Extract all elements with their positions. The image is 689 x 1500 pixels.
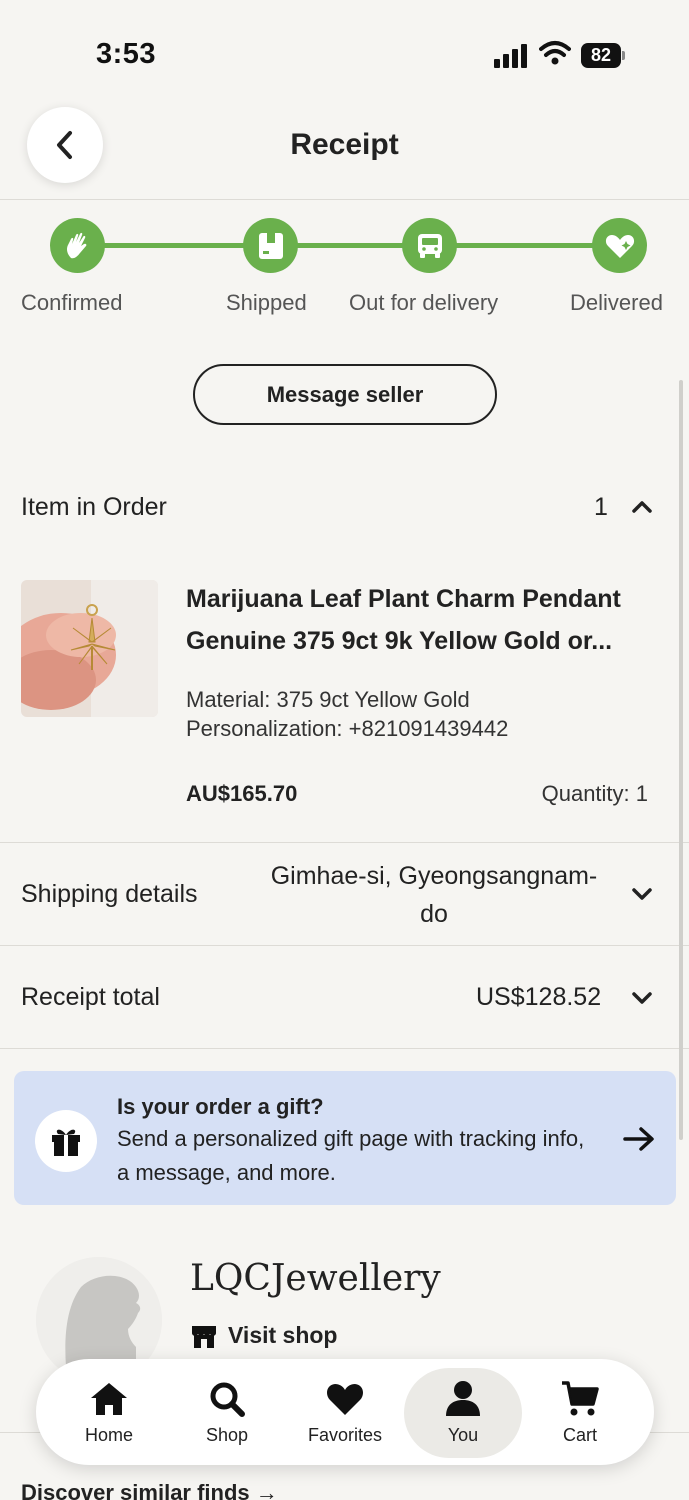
storefront-icon: [192, 1325, 216, 1348]
scrollbar[interactable]: [679, 380, 683, 1140]
tab-label: Shop: [205, 1425, 249, 1445]
truck-icon: [402, 218, 457, 273]
item-title[interactable]: Marijuana Leaf Plant Charm Pendant Genui…: [186, 578, 656, 662]
visit-shop-link[interactable]: Visit shop: [190, 1322, 338, 1349]
receipt-total-label: Receipt total: [21, 983, 160, 1011]
step-label-delivered: Delivered: [570, 290, 663, 315]
arrow-right-icon[interactable]: [622, 1126, 656, 1152]
tracker-line: [456, 243, 596, 248]
battery-icon: 82: [581, 43, 625, 68]
person-icon: [446, 1381, 480, 1416]
tab-cart[interactable]: Cart: [521, 1368, 639, 1458]
tab-label: Favorites: [307, 1425, 383, 1445]
step-label-out-for-delivery: Out for delivery: [349, 290, 499, 315]
home-icon: [91, 1383, 127, 1415]
item-in-order-label: Item in Order: [21, 493, 167, 521]
section-divider: [0, 945, 689, 946]
tab-label: Cart: [562, 1425, 597, 1445]
chevron-down-icon[interactable]: [630, 884, 654, 904]
shop-name[interactable]: LQCJewellery: [190, 1258, 441, 1299]
header-divider: [0, 199, 689, 200]
step-label-confirmed: Confirmed: [21, 290, 123, 315]
package-icon: [243, 218, 298, 273]
page-title: Receipt: [290, 128, 399, 161]
item-quantity: Quantity: 1: [541, 781, 648, 806]
cellular-signal-icon: [494, 44, 530, 68]
gift-description: Send a personalized gift page with track…: [117, 1126, 585, 1185]
step-label-shipped: Shipped: [226, 290, 307, 315]
battery-level: 82: [581, 43, 621, 68]
chevron-down-icon[interactable]: [630, 988, 654, 1008]
item-material: Material: 375 9ct Yellow Gold: [186, 687, 470, 712]
tab-shop[interactable]: Shop: [168, 1368, 286, 1458]
item-personalization: Personalization: +821091439442: [186, 716, 509, 741]
shipping-address: Gimhae-si, Gyeongsangnam-do: [270, 862, 598, 928]
gift-title: Is your order a gift?: [117, 1094, 324, 1119]
chevron-up-icon[interactable]: [630, 497, 654, 517]
receipt-total-amount: US$128.52: [476, 983, 602, 1011]
gift-icon: [35, 1110, 97, 1172]
cart-icon: [562, 1381, 599, 1416]
shipping-details-label: Shipping details: [21, 880, 198, 908]
heart-icon: [327, 1384, 363, 1415]
hand-wave-icon: [50, 218, 105, 273]
tracker-line: [102, 243, 246, 248]
search-icon: [210, 1382, 245, 1417]
item-count: 1: [594, 493, 608, 521]
tracker-line: [296, 243, 406, 248]
section-divider: [0, 1048, 689, 1049]
item-price: AU$165.70: [186, 781, 298, 806]
message-seller-button[interactable]: Message seller: [193, 364, 497, 425]
tab-home[interactable]: Home: [50, 1368, 168, 1458]
tab-label: You: [447, 1425, 479, 1445]
section-divider: [0, 842, 689, 843]
status-time: 3:53: [96, 38, 157, 70]
wifi-icon: [539, 41, 571, 65]
tab-you[interactable]: You: [404, 1368, 522, 1458]
tab-label: Home: [84, 1425, 133, 1445]
visit-shop-label: Visit shop: [228, 1322, 338, 1348]
heart-sparkle-icon: [592, 218, 647, 273]
item-thumbnail[interactable]: [21, 580, 158, 717]
discover-similar-link[interactable]: Discover similar finds →: [21, 1480, 278, 1500]
tab-favorites[interactable]: Favorites: [286, 1368, 404, 1458]
